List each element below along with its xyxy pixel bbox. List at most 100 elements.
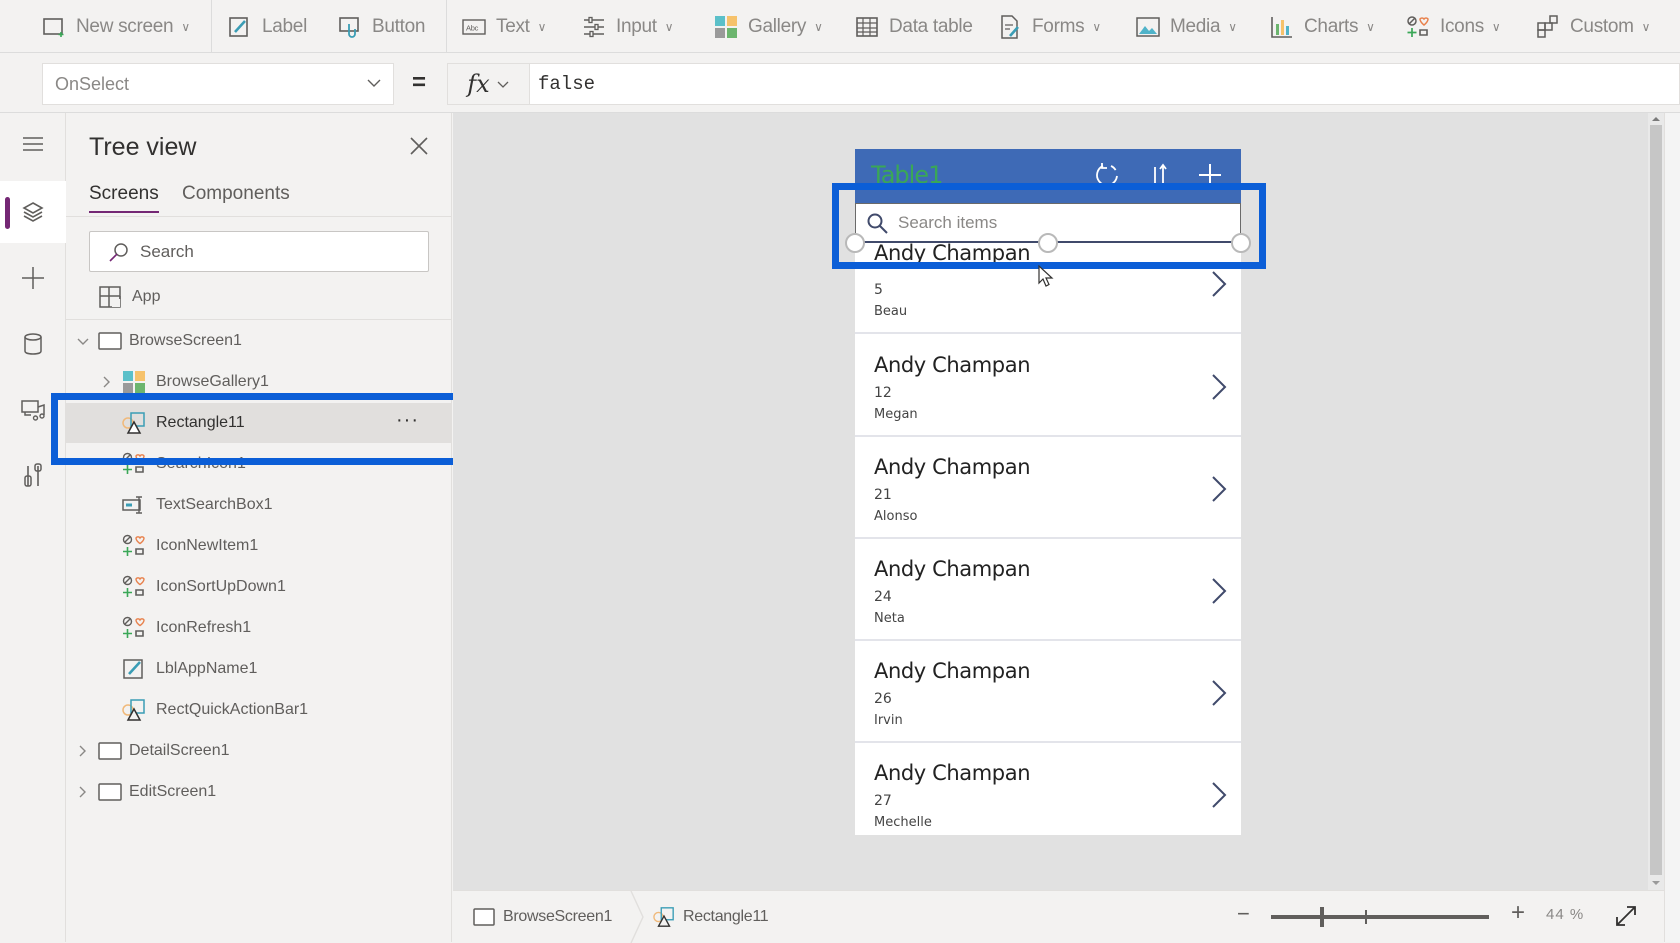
tab-components[interactable]: Components (182, 183, 290, 211)
rail-media-button[interactable] (0, 379, 66, 441)
gallery-item[interactable]: Andy Champan 27 Mechelle (855, 744, 1241, 835)
tree-view-title: Tree view (89, 133, 197, 161)
gallery-item[interactable]: Andy Champan 26 Irvin (855, 642, 1241, 743)
add-item-icon[interactable] (1196, 161, 1224, 189)
zoom-out-button[interactable]: − (1237, 901, 1250, 927)
icons-icon (1407, 16, 1429, 37)
custom-button[interactable]: Custom ∨ (1536, 12, 1650, 42)
tree-search-input[interactable]: Search (89, 231, 429, 272)
tree-node-browsescreen1[interactable]: BrowseScreen1 (66, 321, 452, 361)
gallery-item[interactable]: Andy Champan 21 Alonso (855, 438, 1241, 539)
resize-handle-left[interactable] (845, 233, 865, 253)
text-button[interactable]: Abc Text ∨ (462, 12, 546, 42)
refresh-icon[interactable] (1093, 161, 1121, 189)
tree-node-editscreen1[interactable]: EditScreen1 (66, 772, 452, 812)
data-table-button[interactable]: Data table (855, 12, 973, 42)
screen-icon (98, 742, 122, 760)
tree-node-lblappname1[interactable]: LblAppName1 (66, 649, 452, 689)
canvas-vertical-scrollbar[interactable] (1648, 113, 1664, 890)
zoom-slider-knob[interactable] (1320, 907, 1324, 927)
hamburger-icon (23, 137, 43, 151)
tree-node-browsegallery1[interactable]: BrowseGallery1 (66, 362, 452, 402)
scroll-up-arrow-icon[interactable] (1652, 117, 1660, 121)
fx-icon: fx (467, 70, 490, 98)
forms-button[interactable]: Forms ∨ (998, 12, 1101, 42)
new-screen-button[interactable]: New screen ∨ (42, 12, 190, 42)
fit-to-window-icon[interactable] (1613, 903, 1639, 929)
breadcrumb-browsescreen1[interactable]: BrowseScreen1 (473, 903, 612, 931)
charts-button[interactable]: Charts ∨ (1270, 12, 1375, 42)
tree-node-rectangle11[interactable]: Rectangle11 ··· (66, 403, 452, 443)
chevron-down-icon: ∨ (1092, 20, 1101, 34)
formula-input[interactable]: false (529, 63, 1680, 105)
chevron-right-icon[interactable] (1210, 474, 1228, 504)
close-tree-button[interactable] (406, 133, 432, 159)
chevron-right-icon[interactable] (1210, 678, 1228, 708)
search-icon (109, 242, 128, 262)
rail-tree-view-button[interactable] (0, 181, 66, 243)
tree-divider (66, 319, 452, 320)
tree-node-iconnewitem1[interactable]: IconNewItem1 (66, 526, 452, 566)
app-preview-screen: Table1 Andy Champan 5 Beau Search items … (845, 149, 1251, 835)
label-button[interactable]: Label (228, 12, 307, 42)
zoom-slider[interactable] (1271, 907, 1489, 927)
chevron-down-icon (497, 81, 509, 88)
tree-node-app[interactable]: App (66, 277, 452, 317)
rail-insert-button[interactable] (0, 247, 66, 309)
scrollbar-thumb[interactable] (1650, 125, 1662, 875)
tree-node-rectquickactionbar1[interactable]: RectQuickActionBar1 (66, 690, 452, 730)
breadcrumb-rectangle11[interactable]: Rectangle11 (653, 903, 769, 931)
zoom-in-button[interactable]: + (1511, 899, 1525, 927)
chevron-right-icon[interactable] (76, 744, 90, 758)
app-icon (99, 286, 121, 308)
tree-node-detailscreen1[interactable]: DetailScreen1 (66, 731, 452, 771)
mouse-cursor-icon (1038, 265, 1054, 287)
app-title-label[interactable]: Table1 (871, 161, 943, 189)
text-icon: Abc (462, 19, 486, 35)
tree-node-iconrefresh1[interactable]: IconRefresh1 (66, 608, 452, 648)
property-dropdown[interactable]: OnSelect (42, 63, 394, 105)
custom-icon (1537, 15, 1558, 38)
button-button[interactable]: Button (338, 12, 425, 42)
chevron-right-icon[interactable] (76, 785, 90, 799)
chevron-right-icon[interactable] (1210, 372, 1228, 402)
new-screen-icon (43, 18, 64, 37)
scroll-down-arrow-icon[interactable] (1652, 881, 1660, 885)
screen-icon (98, 783, 122, 801)
input-button[interactable]: Input ∨ (582, 12, 674, 42)
gallery-item[interactable]: Andy Champan 24 Neta (855, 540, 1241, 641)
rail-menu-button[interactable] (0, 113, 66, 175)
screen-icon (98, 332, 122, 350)
formula-bar: OnSelect = fx false (0, 53, 1680, 113)
gallery-item[interactable]: Andy Champan 12 Megan (855, 336, 1241, 437)
media-button[interactable]: Media ∨ (1136, 12, 1237, 42)
chevron-right-icon[interactable] (100, 375, 114, 389)
close-icon (410, 137, 428, 155)
screen-icon (473, 908, 495, 926)
tab-screens[interactable]: Screens (89, 183, 159, 213)
tree-node-textsearchbox1[interactable]: TextSearchBox1 (66, 485, 452, 525)
chevron-right-icon[interactable] (1210, 576, 1228, 606)
gallery-icon (123, 371, 145, 393)
forms-icon (1001, 15, 1019, 39)
sort-up-down-icon[interactable] (1145, 161, 1173, 189)
tree-view-panel: Tree view Screens Components Search App … (66, 113, 452, 942)
tree-node-searchicon1[interactable]: SearchIcon1 (66, 444, 452, 484)
resize-handle-right[interactable] (1231, 233, 1251, 253)
rail-tools-button[interactable] (0, 445, 66, 507)
chevron-right-icon[interactable] (1210, 780, 1228, 810)
icon-control-icon (122, 616, 145, 638)
gallery-button[interactable]: Gallery ∨ (714, 12, 823, 42)
rectangle-icon (122, 699, 145, 721)
tree-node-iconsortupdown1[interactable]: IconSortUpDown1 (66, 567, 452, 607)
rail-data-button[interactable] (0, 313, 66, 375)
icons-button[interactable]: Icons ∨ (1406, 12, 1501, 42)
chevron-down-icon[interactable] (76, 335, 90, 349)
button-icon (339, 17, 359, 38)
ribbon-divider (446, 0, 447, 53)
fx-button[interactable]: fx (447, 63, 529, 105)
chevron-right-icon[interactable] (1210, 269, 1228, 299)
more-options-button[interactable]: ··· (396, 409, 419, 432)
resize-handle-middle[interactable] (1038, 233, 1058, 253)
ribbon-divider (211, 0, 212, 53)
